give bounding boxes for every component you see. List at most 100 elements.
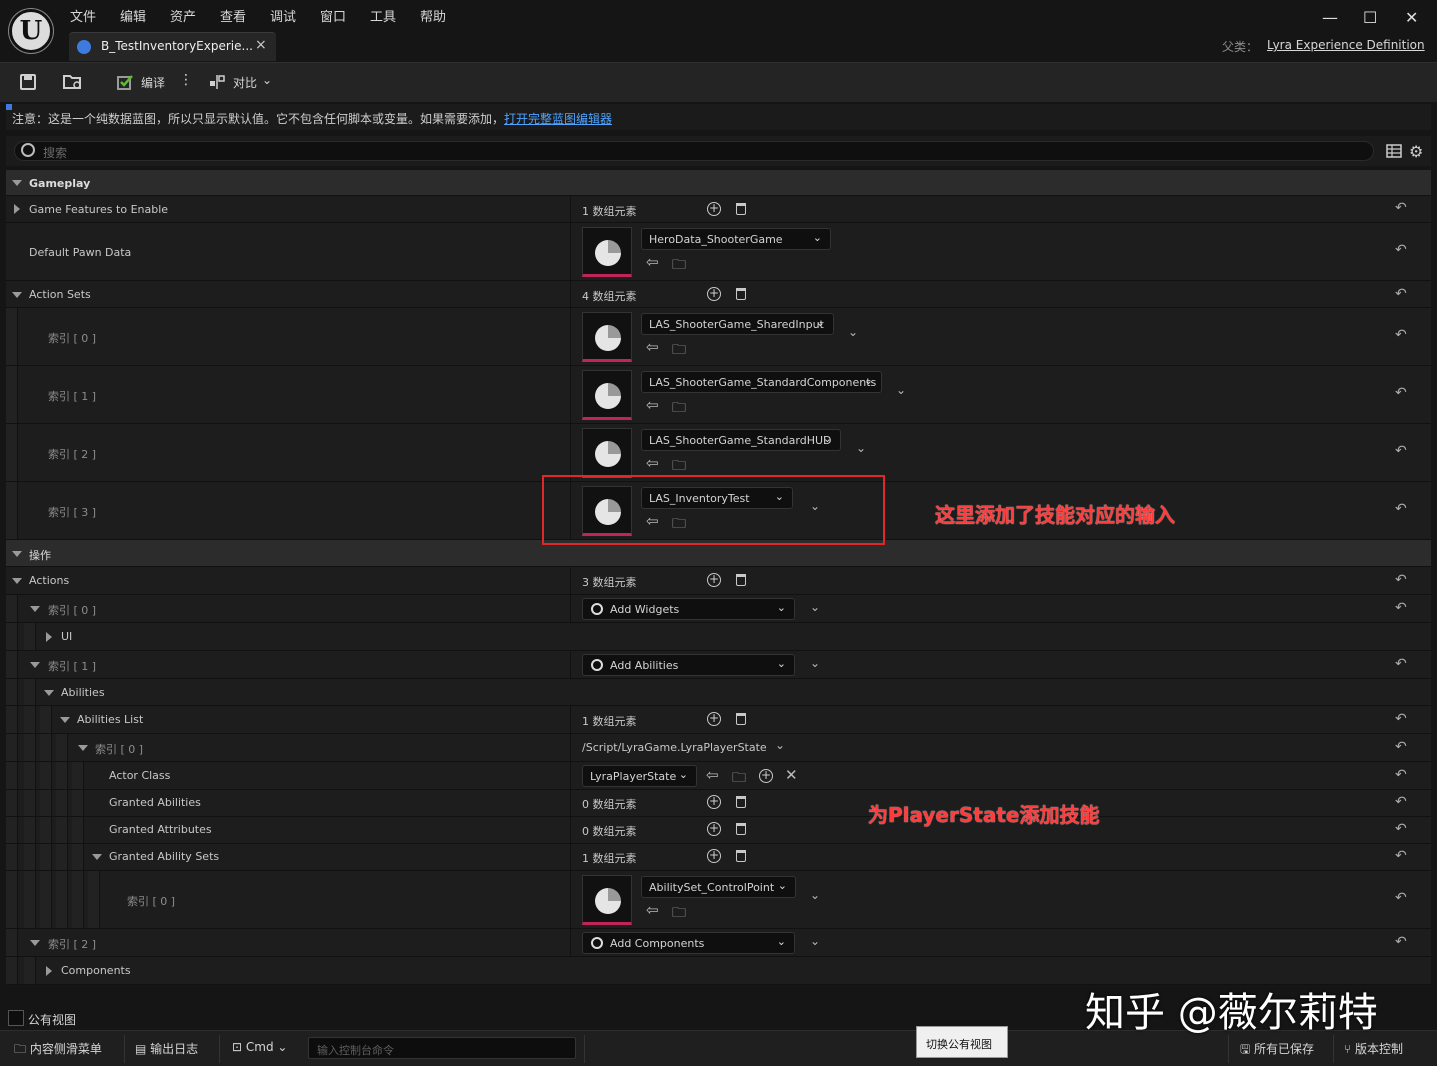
column-divider[interactable] bbox=[570, 595, 571, 622]
maximize-icon[interactable]: ☐ bbox=[1363, 8, 1377, 27]
action-class-picker[interactable]: Add Abilities ⌄ bbox=[582, 654, 795, 676]
add-element-icon[interactable]: + bbox=[707, 573, 721, 587]
compile-button[interactable]: 编译 bbox=[141, 74, 165, 91]
reset-icon[interactable]: ↶ bbox=[1395, 711, 1407, 727]
asset-picker[interactable]: AbilitySet_ControlPoint ⌄ bbox=[641, 876, 796, 898]
close-icon[interactable]: ✕ bbox=[1405, 8, 1418, 27]
element-options-chevron-icon[interactable]: ⌄ bbox=[848, 325, 858, 339]
cmd-selector[interactable]: ⊡ Cmd ⌄ bbox=[232, 1040, 287, 1054]
expand-arrow-icon[interactable] bbox=[12, 180, 22, 186]
reset-icon[interactable]: ↶ bbox=[1395, 848, 1407, 864]
expand-arrow-icon[interactable] bbox=[92, 854, 102, 860]
browse-asset-icon[interactable] bbox=[62, 73, 82, 91]
column-divider[interactable] bbox=[570, 424, 571, 481]
category-gameplay[interactable]: Gameplay bbox=[6, 170, 1431, 196]
delete-icon[interactable] bbox=[736, 823, 746, 835]
asset-picker[interactable]: LAS_ShooterGame_SharedInput ⌄ bbox=[641, 313, 834, 335]
action-class-picker[interactable]: Add Widgets ⌄ bbox=[582, 598, 795, 620]
delete-icon[interactable] bbox=[736, 850, 746, 862]
delete-icon[interactable] bbox=[736, 288, 746, 300]
table-view-icon[interactable] bbox=[1386, 143, 1402, 162]
reset-icon[interactable]: ↶ bbox=[1395, 443, 1407, 459]
column-divider[interactable] bbox=[570, 308, 571, 365]
open-full-editor-link[interactable]: 打开完整蓝图编辑器 bbox=[504, 112, 612, 126]
column-divider[interactable] bbox=[570, 790, 571, 816]
public-view-checkbox[interactable] bbox=[8, 1010, 24, 1026]
browse-icon[interactable]: 🗀 bbox=[672, 339, 686, 363]
minimize-icon[interactable]: — bbox=[1322, 8, 1338, 27]
use-selected-icon[interactable]: ⇦ bbox=[646, 338, 659, 356]
tab-close-icon[interactable]: × bbox=[255, 37, 267, 53]
asset-picker[interactable]: HeroData_ShooterGame ⌄ bbox=[641, 228, 831, 250]
asset-thumbnail[interactable] bbox=[582, 312, 632, 362]
expand-arrow-icon[interactable] bbox=[30, 940, 40, 946]
menu-window[interactable]: 窗口 bbox=[320, 6, 346, 25]
output-log-button[interactable]: ▤ 输出日志 bbox=[135, 1040, 198, 1057]
column-divider[interactable] bbox=[570, 871, 571, 928]
expand-arrow-icon[interactable] bbox=[14, 204, 20, 214]
column-divider[interactable] bbox=[570, 223, 571, 280]
reset-icon[interactable]: ↶ bbox=[1395, 385, 1407, 401]
reset-icon[interactable]: ↶ bbox=[1395, 821, 1407, 837]
column-divider[interactable] bbox=[570, 817, 571, 843]
expand-arrow-icon[interactable] bbox=[44, 690, 54, 696]
clear-icon[interactable]: ✕ bbox=[785, 766, 798, 784]
element-options-chevron-icon[interactable]: ⌄ bbox=[810, 600, 820, 614]
unreal-logo-icon[interactable]: U bbox=[9, 9, 53, 53]
reset-icon[interactable]: ↶ bbox=[1395, 327, 1407, 343]
expand-arrow-icon[interactable] bbox=[60, 717, 70, 723]
element-options-chevron-icon[interactable]: ⌄ bbox=[856, 441, 866, 455]
element-options-chevron-icon[interactable]: ⌄ bbox=[810, 934, 820, 948]
column-divider[interactable] bbox=[570, 196, 571, 222]
use-selected-icon[interactable]: ⇦ bbox=[646, 901, 659, 919]
reset-icon[interactable]: ↶ bbox=[1395, 501, 1407, 517]
asset-thumbnail[interactable] bbox=[582, 428, 632, 478]
browse-icon[interactable]: 🗀 bbox=[672, 902, 686, 926]
expand-arrow-icon[interactable] bbox=[46, 966, 52, 976]
column-divider[interactable] bbox=[570, 366, 571, 423]
class-path-chevron-icon[interactable]: ⌄ bbox=[775, 738, 785, 752]
all-saved-button[interactable]: 🖫 所有已保存 bbox=[1240, 1040, 1314, 1061]
menu-edit[interactable]: 编辑 bbox=[120, 6, 146, 25]
diff-button[interactable]: 对比 bbox=[233, 74, 257, 91]
add-element-icon[interactable]: + bbox=[707, 822, 721, 836]
menu-file[interactable]: 文件 bbox=[70, 6, 96, 25]
browse-icon[interactable]: 🗀 bbox=[672, 397, 686, 421]
delete-icon[interactable] bbox=[736, 796, 746, 808]
column-divider[interactable] bbox=[570, 844, 571, 870]
column-divider[interactable] bbox=[570, 762, 571, 789]
asset-thumbnail[interactable] bbox=[582, 875, 632, 925]
reset-icon[interactable]: ↶ bbox=[1395, 794, 1407, 810]
expand-arrow-icon[interactable] bbox=[12, 292, 22, 298]
column-divider[interactable] bbox=[570, 281, 571, 307]
menu-asset[interactable]: 资产 bbox=[170, 6, 196, 25]
asset-picker[interactable]: LAS_ShooterGame_StandardComponents ⌄ bbox=[641, 371, 882, 393]
reset-icon[interactable]: ↶ bbox=[1395, 572, 1407, 588]
reset-icon[interactable]: ↶ bbox=[1395, 934, 1407, 950]
expand-arrow-icon[interactable] bbox=[30, 662, 40, 668]
source-control-button[interactable]: ⑂ 版本控制 bbox=[1344, 1040, 1403, 1057]
add-element-icon[interactable]: + bbox=[707, 287, 721, 301]
asset-thumbnail[interactable] bbox=[582, 370, 632, 420]
class-picker[interactable]: LyraPlayerState ⌄ bbox=[582, 765, 697, 787]
asset-picker[interactable]: LAS_ShooterGame_StandardHUD ⌄ bbox=[641, 429, 841, 451]
compile-icon[interactable] bbox=[116, 73, 136, 91]
compile-options-icon[interactable]: ⋮ bbox=[179, 72, 193, 88]
settings-gear-icon[interactable]: ⚙ bbox=[1409, 142, 1423, 161]
use-selected-icon[interactable]: ⇦ bbox=[706, 766, 719, 784]
expand-arrow-icon[interactable] bbox=[46, 632, 52, 642]
browse-icon[interactable]: 🗀 bbox=[732, 767, 746, 791]
delete-icon[interactable] bbox=[736, 203, 746, 215]
delete-icon[interactable] bbox=[736, 574, 746, 586]
add-element-icon[interactable]: + bbox=[707, 795, 721, 809]
reset-icon[interactable]: ↶ bbox=[1395, 286, 1407, 302]
delete-icon[interactable] bbox=[736, 713, 746, 725]
expand-arrow-icon[interactable] bbox=[30, 606, 40, 612]
browse-icon[interactable]: 🗀 bbox=[672, 254, 686, 278]
reset-icon[interactable]: ↶ bbox=[1395, 242, 1407, 258]
add-element-icon[interactable]: + bbox=[707, 849, 721, 863]
add-class-icon[interactable]: + bbox=[759, 769, 773, 783]
column-divider[interactable] bbox=[570, 734, 571, 761]
expand-arrow-icon[interactable] bbox=[12, 578, 22, 584]
menu-help[interactable]: 帮助 bbox=[420, 6, 446, 25]
